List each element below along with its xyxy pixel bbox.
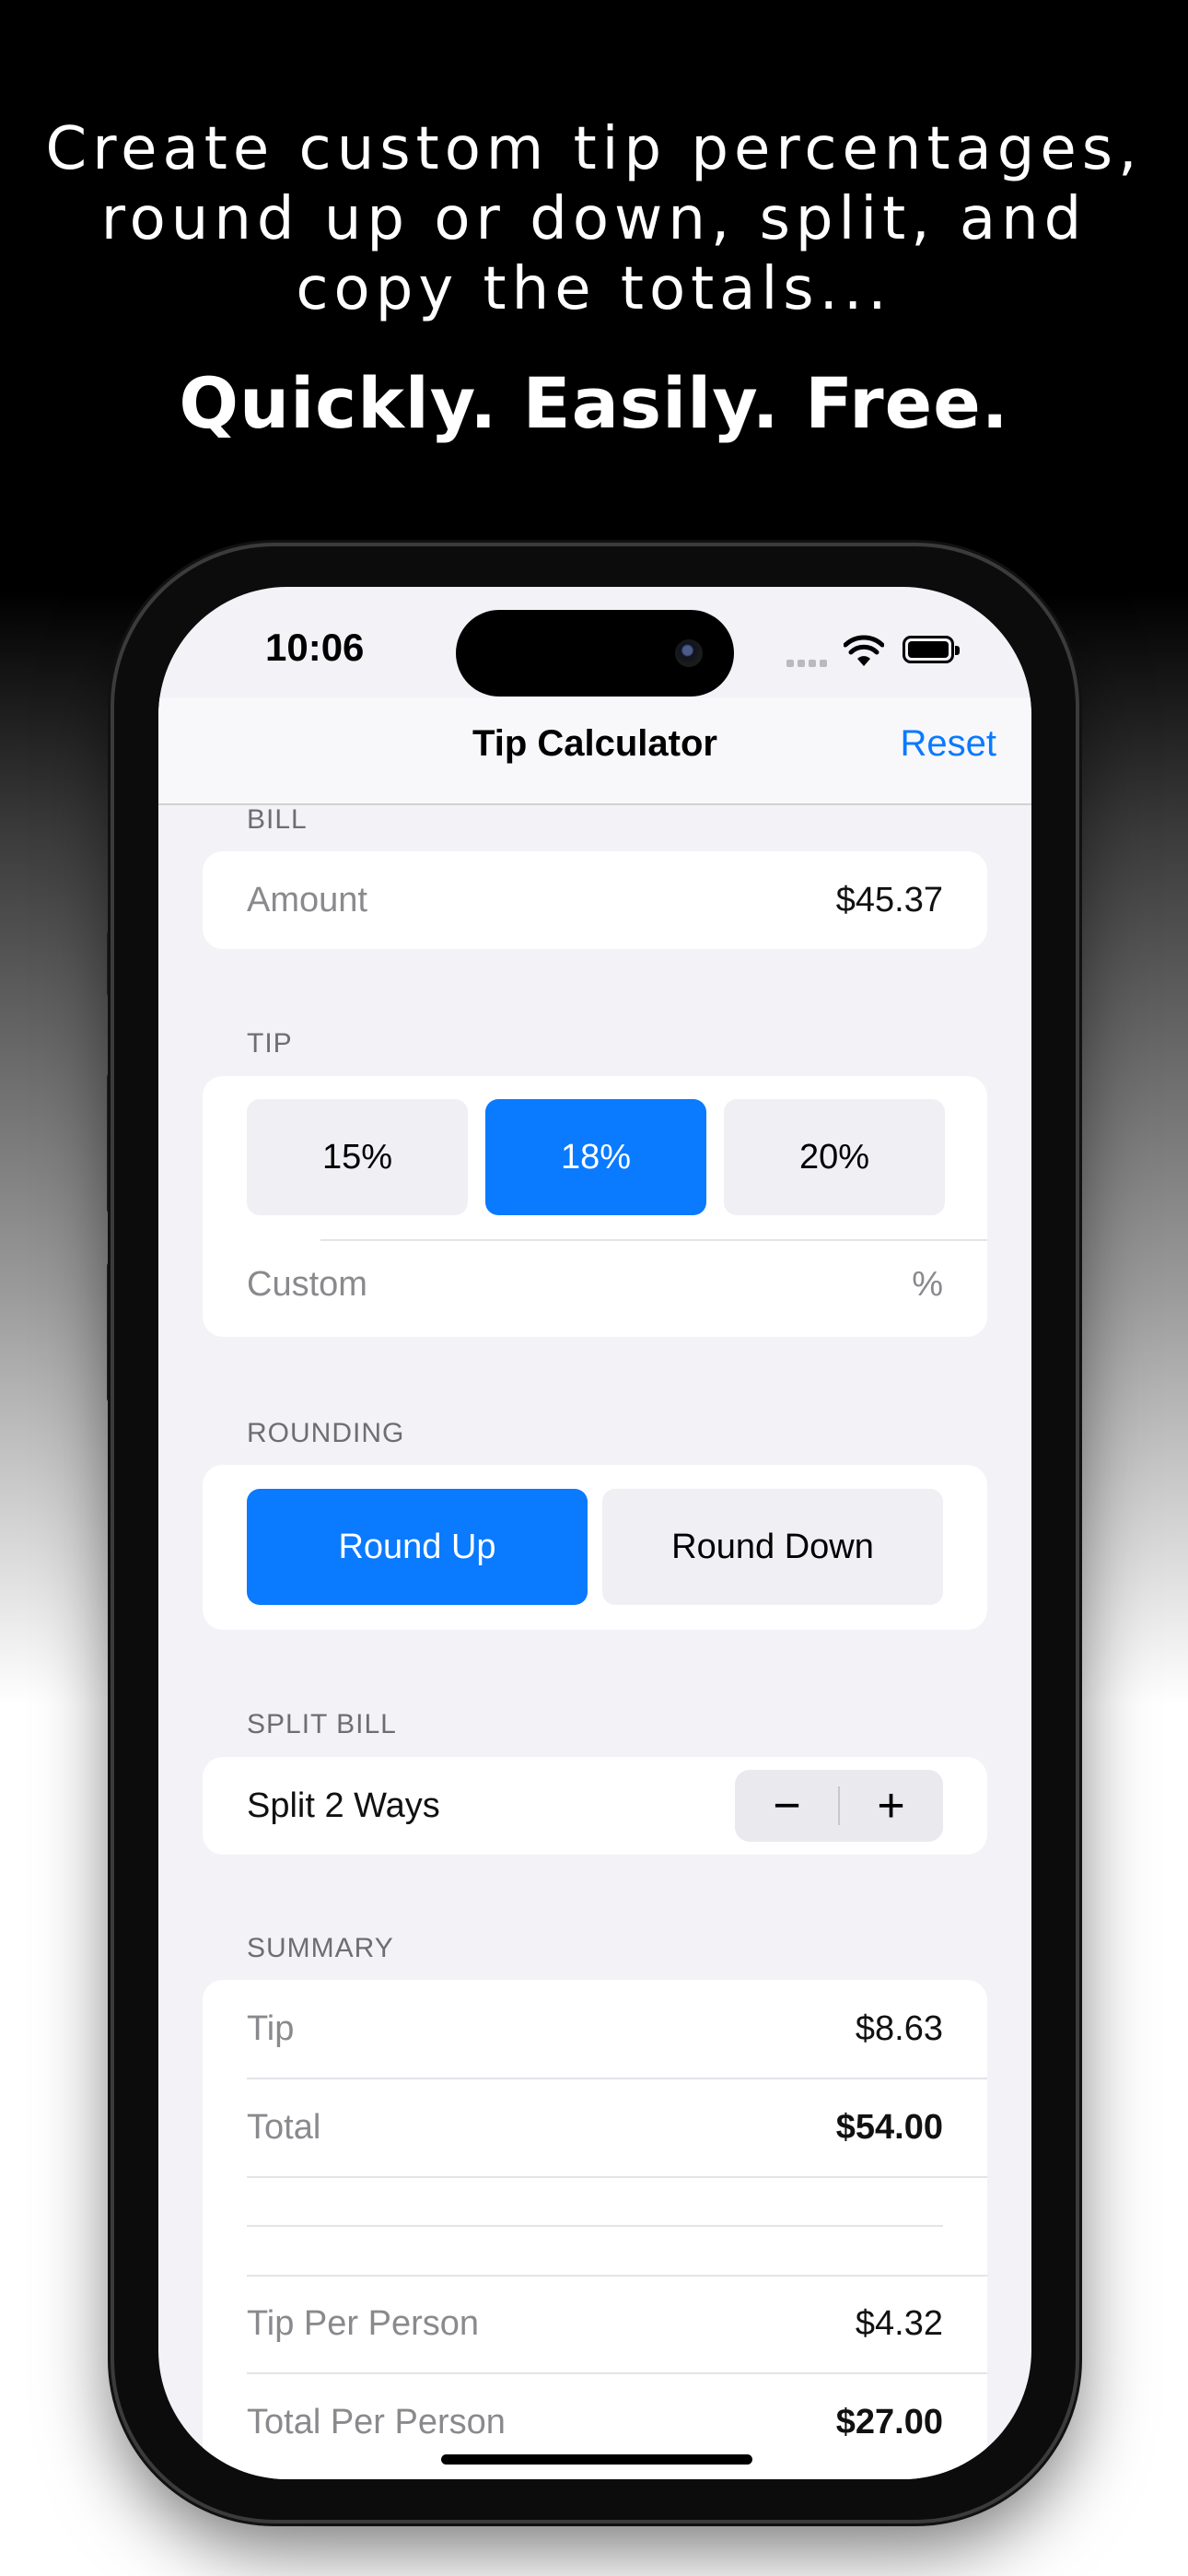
headline-line-2: round up or down, split, and xyxy=(100,185,1088,253)
reset-button[interactable]: Reset xyxy=(901,723,997,765)
phone-volume-down-button xyxy=(107,1262,114,1402)
summary-total-label: Total xyxy=(247,2108,321,2147)
status-time: 10:06 xyxy=(265,626,365,669)
total-per-person-value[interactable]: $27.00 xyxy=(836,2403,943,2442)
round-up-button[interactable]: Round Up xyxy=(247,1489,588,1605)
amount-label: Amount xyxy=(247,881,367,919)
summary-divider xyxy=(247,2225,943,2227)
phone-action-button xyxy=(107,931,114,997)
navigation-bar: Tip Calculator Reset xyxy=(158,697,1031,805)
split-stepper: − + xyxy=(735,1770,943,1842)
phone-volume-up-button xyxy=(107,1073,114,1213)
camera-icon xyxy=(675,639,703,667)
summary-tip-label: Tip xyxy=(247,2009,295,2048)
marketing-tagline: Quickly. Easily. Free. xyxy=(179,362,1009,444)
summary-card: Tip $8.63 Total $54.00 Tip Per Person $4… xyxy=(203,1980,987,2479)
tip-section-label: TIP xyxy=(247,1028,293,1059)
summary-divider xyxy=(247,2372,987,2374)
increment-button[interactable]: + xyxy=(839,1770,943,1842)
summary-divider xyxy=(247,2275,987,2277)
wifi-icon xyxy=(844,635,884,666)
headline-line-1: Create custom tip percentages, xyxy=(45,115,1143,183)
decrement-button[interactable]: − xyxy=(735,1770,839,1842)
total-per-person-label: Total Per Person xyxy=(247,2403,506,2441)
summary-divider xyxy=(247,2078,987,2079)
rounding-card: Round Up Round Down xyxy=(203,1465,987,1630)
round-down-button[interactable]: Round Down xyxy=(602,1489,943,1605)
tip-15-button[interactable]: 15% xyxy=(247,1099,468,1215)
percent-suffix: % xyxy=(912,1265,943,1304)
split-section-label: SPLIT BILL xyxy=(247,1709,397,1739)
rounding-section-label: ROUNDING xyxy=(247,1418,405,1448)
tip-per-person-label: Tip Per Person xyxy=(247,2304,480,2343)
app-screen: 10:06 Tip Calculator Reset BILL Amount $… xyxy=(158,587,1031,2479)
marketing-headline: Create custom tip percentages, round up … xyxy=(0,114,1188,324)
bill-section-label: BILL xyxy=(247,804,308,835)
amount-field[interactable]: $45.37 xyxy=(836,881,943,920)
dynamic-island xyxy=(456,610,734,697)
headline-line-3: copy the totals... xyxy=(296,255,892,323)
tip-divider xyxy=(320,1239,987,1241)
home-indicator[interactable] xyxy=(441,2454,752,2465)
cellular-signal-icon xyxy=(786,655,831,672)
custom-tip-field[interactable]: Custom xyxy=(247,1265,367,1305)
summary-tip-value[interactable]: $8.63 xyxy=(856,2009,943,2049)
split-card: Split 2 Ways − + xyxy=(203,1757,987,1855)
battery-icon xyxy=(903,636,960,663)
tip-per-person-value[interactable]: $4.32 xyxy=(856,2304,943,2344)
bill-card: Amount $45.37 xyxy=(203,851,987,949)
status-bar: 10:06 xyxy=(158,587,1031,697)
tip-20-button[interactable]: 20% xyxy=(724,1099,945,1215)
summary-total-value[interactable]: $54.00 xyxy=(836,2108,943,2148)
split-label: Split 2 Ways xyxy=(247,1786,440,1825)
tip-card: 15% 18% 20% Custom % xyxy=(203,1076,987,1337)
summary-divider xyxy=(247,2176,987,2178)
tip-18-button[interactable]: 18% xyxy=(485,1099,706,1215)
summary-section-label: SUMMARY xyxy=(247,1933,394,1963)
